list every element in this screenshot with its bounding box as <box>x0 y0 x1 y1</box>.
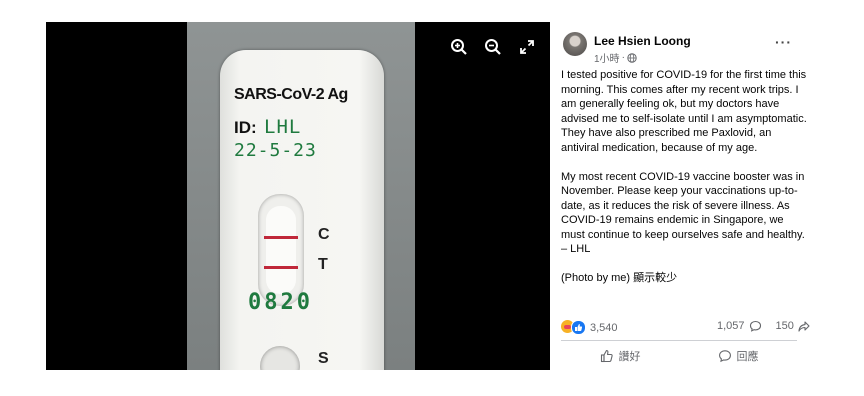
handwritten-id: LHL <box>264 116 302 138</box>
fullscreen-button[interactable] <box>516 36 538 58</box>
post-panel: Lee Hsien Loong 1小時 · ··· I tested posit… <box>553 22 813 372</box>
globe-icon <box>627 52 637 63</box>
post-text: I tested positive for COVID-19 for the f… <box>561 68 807 300</box>
marker-t: T <box>318 256 328 273</box>
reaction-count: 3,540 <box>590 321 618 334</box>
test-strip <box>266 206 296 294</box>
zoom-out-icon <box>485 39 501 55</box>
cassette-brand: SARS-CoV-2 Ag <box>234 86 348 103</box>
post-actions: 讚好 回應 <box>561 348 797 364</box>
comment-count[interactable]: 1,057 <box>717 320 745 332</box>
reactions-summary[interactable]: 3,540 <box>561 320 618 335</box>
like-reaction-icon <box>571 320 586 335</box>
post-meta: 1小時 · <box>594 50 637 65</box>
post-photo: SARS-CoV-2 Ag ID: LHL 22-5-23 C T 0820 S <box>187 22 415 370</box>
share-count[interactable]: 150 <box>776 320 794 332</box>
author-name[interactable]: Lee Hsien Loong <box>594 34 691 48</box>
comment-button[interactable]: 回應 <box>718 348 759 364</box>
like-button[interactable]: 讚好 <box>600 348 641 364</box>
photo-viewer: SARS-CoV-2 Ag ID: LHL 22-5-23 C T 0820 S <box>46 22 550 370</box>
post-paragraph: I tested positive for COVID-19 for the f… <box>561 69 807 154</box>
engagement-counts: 1,057 150 <box>717 320 810 332</box>
comment-label: 回應 <box>736 351 759 363</box>
post-paragraph: My most recent COVID-19 vaccine booster … <box>561 170 805 256</box>
test-line <box>264 266 298 269</box>
marker-s: S <box>318 350 329 367</box>
handwritten-number: 0820 <box>248 290 313 315</box>
comment-icon <box>718 350 731 363</box>
sample-well <box>260 346 300 370</box>
zoom-out-button[interactable] <box>482 36 504 58</box>
actions-divider <box>561 340 797 341</box>
test-cassette: SARS-CoV-2 Ag ID: LHL 22-5-23 C T 0820 S <box>220 50 384 370</box>
avatar[interactable] <box>563 32 587 56</box>
post-timestamp[interactable]: 1小時 <box>594 50 620 65</box>
more-options-button[interactable]: ··· <box>775 34 792 50</box>
zoom-in-button[interactable] <box>448 36 470 58</box>
zoom-in-icon <box>451 39 467 55</box>
thumbs-up-icon <box>600 349 613 363</box>
meta-separator: · <box>621 52 625 63</box>
marker-c: C <box>318 226 330 243</box>
control-line <box>264 236 298 239</box>
like-label: 讚好 <box>618 351 641 363</box>
fullscreen-icon <box>520 40 534 54</box>
comment-count-icon <box>749 320 761 332</box>
share-icon <box>798 320 810 332</box>
handwritten-date: 22-5-23 <box>234 140 317 161</box>
post-paragraph: (Photo by me) 顯示較少 <box>561 272 678 284</box>
cassette-id-label: ID: <box>234 118 257 137</box>
